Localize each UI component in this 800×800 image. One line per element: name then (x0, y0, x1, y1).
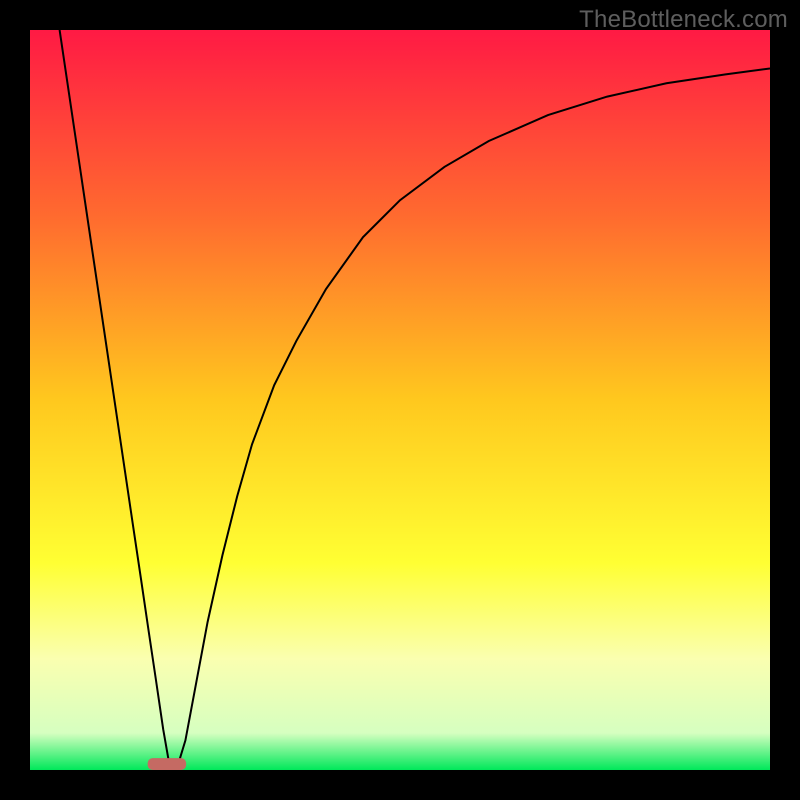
gradient-background (30, 30, 770, 770)
optimal-range-marker (148, 758, 186, 770)
chart-frame: TheBottleneck.com (0, 0, 800, 800)
plot-area (30, 30, 770, 770)
watermark-text: TheBottleneck.com (579, 6, 788, 34)
chart-svg (30, 30, 770, 770)
